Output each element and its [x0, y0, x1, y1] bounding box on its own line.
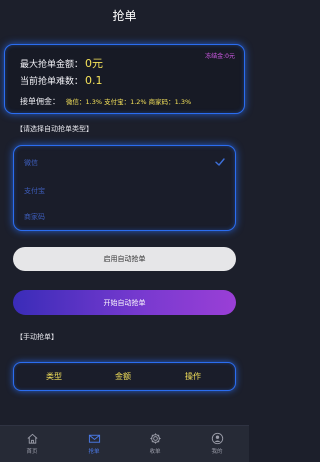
tab-mine[interactable]: 我的	[202, 432, 232, 455]
manual-section-label: 【手动抢单】	[16, 333, 58, 341]
grab-count-row: 当前抢单难数： 0.1	[20, 74, 103, 87]
tab-grab-label: 抢单	[88, 449, 100, 455]
column-action: 操作	[185, 372, 201, 381]
auto-type-section-label: 【请选择自动抢单类型】	[16, 125, 93, 133]
type-option-merchant-code[interactable]: 商家码	[24, 212, 45, 222]
commission-label: 接单佣金：	[20, 97, 60, 106]
top-header: 抢单	[0, 0, 249, 30]
mail-icon	[88, 434, 100, 443]
tab-home-label: 首页	[26, 449, 38, 455]
page-title: 抢单	[112, 8, 137, 23]
check-icon	[215, 158, 225, 166]
tab-receive[interactable]: 收单	[140, 432, 170, 455]
tab-grab[interactable]: 抢单	[79, 432, 109, 455]
frozen-amount: 冻结金:0元	[205, 53, 235, 60]
type-option-wechat[interactable]: 微信	[24, 158, 38, 168]
home-icon	[27, 433, 37, 444]
max-amount-label: 最大抢单金额：	[20, 60, 84, 70]
start-auto-grab-button[interactable]: 开始自动抢单	[13, 290, 236, 315]
commission-value: 微信：1.3% 支付宝：1.2% 商家码：1.3%	[66, 98, 192, 106]
column-type: 类型	[46, 372, 62, 381]
tab-mine-label: 我的	[211, 449, 223, 455]
commission-row: 接单佣金： 微信：1.3% 支付宝：1.2% 商家码：1.3%	[20, 96, 191, 107]
column-amount: 金额	[115, 372, 131, 381]
enable-auto-grab-button[interactable]: 启用自动抢单	[13, 247, 236, 271]
grab-count-label: 当前抢单难数：	[20, 77, 84, 87]
max-amount-value: 0元	[85, 57, 104, 70]
max-amount-row: 最大抢单金额： 0元	[20, 55, 103, 71]
type-option-alipay[interactable]: 支付宝	[24, 186, 45, 196]
gear-icon	[149, 433, 161, 444]
grab-count-value: 0.1	[85, 74, 103, 87]
tab-home[interactable]: 首页	[17, 432, 47, 455]
auto-type-card: 微信 支付宝 商家码	[13, 145, 236, 231]
tab-receive-label: 收单	[149, 449, 161, 455]
user-icon	[211, 432, 223, 445]
